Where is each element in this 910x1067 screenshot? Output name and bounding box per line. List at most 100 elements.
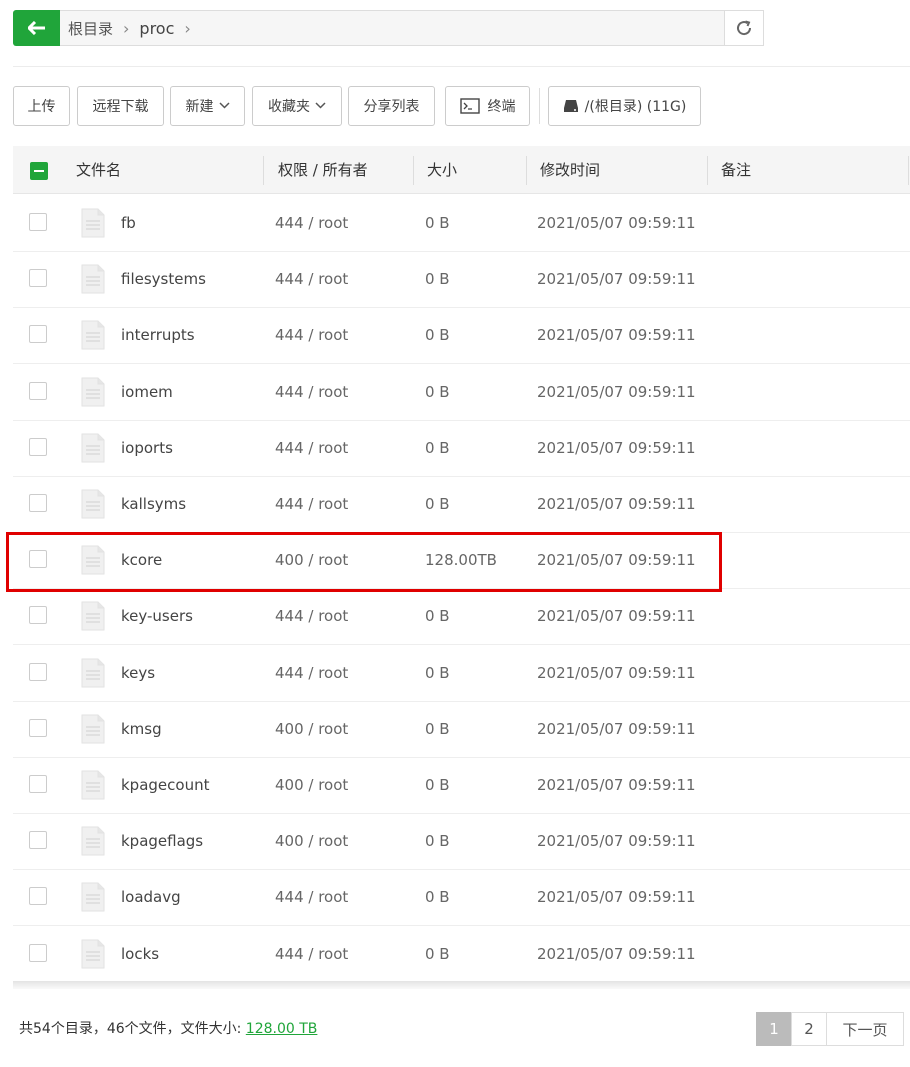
back-button[interactable]: [13, 10, 60, 46]
favorites-label: 收藏夹: [268, 99, 310, 115]
divider: [13, 66, 910, 67]
chevron-right-icon: ›: [123, 18, 130, 38]
file-permission[interactable]: 444 / root: [275, 307, 348, 363]
table-row[interactable]: loadavg 444 / root 0 B 2021/05/07 09:59:11: [13, 869, 910, 927]
summary-size[interactable]: 128.00 TB: [246, 1021, 318, 1037]
upload-button[interactable]: 上传: [13, 86, 70, 126]
row-checkbox[interactable]: [29, 831, 47, 850]
file-permission[interactable]: 444 / root: [275, 420, 348, 476]
page-2[interactable]: 2: [791, 1012, 827, 1046]
file-size: 0 B: [425, 944, 450, 963]
file-name[interactable]: interrupts: [121, 307, 195, 363]
row-checkbox[interactable]: [29, 494, 47, 512]
file-permission[interactable]: 444 / root: [275, 588, 348, 644]
select-all-checkbox[interactable]: [30, 162, 48, 180]
file-size: 0 B: [425, 719, 450, 738]
file-permission[interactable]: 444 / root: [275, 476, 348, 532]
refresh-button[interactable]: [724, 10, 764, 46]
file-permission[interactable]: 444 / root: [275, 364, 348, 420]
file-permission[interactable]: 400 / root: [275, 701, 348, 757]
table-row[interactable]: iomem 444 / root 0 B 2021/05/07 09:59:11: [13, 364, 910, 421]
file-name[interactable]: kmsg: [121, 701, 162, 757]
table-row[interactable]: kpageflags 400 / root 0 B 2021/05/07 09:59:…: [13, 813, 910, 871]
share-list-button[interactable]: 分享列表: [348, 86, 435, 126]
table-row[interactable]: filesystems 444 / root 0 B 2021/05/07 09:59…: [13, 251, 910, 309]
next-page-button[interactable]: 下一页: [826, 1012, 904, 1046]
file-size: 0 B: [425, 607, 450, 626]
row-checkbox[interactable]: [29, 437, 47, 456]
toolbar-divider: [539, 88, 540, 124]
breadcrumb-root[interactable]: 根目录: [68, 18, 113, 39]
file-size: 0 B: [425, 214, 450, 232]
table-row[interactable]: keys 444 / root 0 B 2021/05/07 09:59:11: [13, 645, 910, 702]
breadcrumb[interactable]: 根目录 › proc ›: [60, 10, 725, 46]
header-mtime[interactable]: 修改时间: [540, 146, 600, 193]
file-name[interactable]: ioports: [121, 420, 173, 476]
file-name[interactable]: filesystems: [121, 251, 206, 307]
chevron-down-icon: [315, 101, 326, 112]
row-checkbox[interactable]: [29, 381, 47, 400]
table-row[interactable]: ioports 444 / root 0 B 2021/05/07 09:59:11: [13, 420, 910, 477]
file-permission[interactable]: 400 / root: [275, 757, 348, 813]
file-icon: [81, 208, 105, 238]
favorites-dropdown-button[interactable]: 收藏夹: [252, 86, 342, 126]
file-name[interactable]: locks: [121, 926, 159, 982]
file-permission[interactable]: 400 / root: [275, 813, 348, 869]
table-row[interactable]: kallsyms 444 / root 0 B 2021/05/07 09:59:11: [13, 476, 910, 533]
file-name[interactable]: key-users: [121, 588, 193, 644]
header-name[interactable]: 文件名: [76, 146, 121, 193]
file-icon: [81, 601, 105, 631]
file-name[interactable]: kpageflags: [121, 813, 203, 869]
chevron-right-icon: ›: [184, 18, 191, 38]
table-row[interactable]: kpagecount 400 / root 0 B 2021/05/07 09:59:…: [13, 757, 910, 814]
refresh-icon: [737, 20, 752, 36]
file-permission[interactable]: 444 / root: [275, 251, 348, 307]
file-mtime: 2021/05/07 09:59:11: [537, 719, 696, 738]
row-checkbox[interactable]: [29, 718, 47, 737]
row-checkbox[interactable]: [29, 325, 47, 344]
table-row[interactable]: fb 444 / root 0 B 2021/05/07 09:59:11: [13, 195, 910, 252]
arrow-left-icon: [27, 21, 45, 35]
highlight-box: [6, 532, 722, 592]
header-size[interactable]: 大小: [427, 146, 457, 193]
row-checkbox[interactable]: [29, 662, 47, 681]
row-checkbox[interactable]: [29, 269, 47, 288]
file-size: 0 B: [425, 832, 450, 851]
file-name[interactable]: keys: [121, 645, 155, 701]
file-permission[interactable]: 444 / root: [275, 645, 348, 701]
new-dropdown-button[interactable]: 新建: [170, 86, 245, 126]
file-mtime: 2021/05/07 09:59:11: [537, 944, 696, 963]
file-permission[interactable]: 444 / root: [275, 869, 348, 925]
table-bottom: [13, 981, 910, 989]
summary: 共54个目录，46个文件，文件大小: 128.00 TB: [19, 1018, 317, 1038]
file-name[interactable]: iomem: [121, 364, 173, 420]
terminal-button[interactable]: 终端: [445, 86, 530, 126]
disk-button[interactable]: /(根目录) (11G): [548, 86, 701, 126]
file-icon: [81, 658, 105, 688]
file-mtime: 2021/05/07 09:59:11: [537, 495, 696, 513]
table-row[interactable]: key-users 444 / root 0 B 2021/05/07 09:59:1…: [13, 588, 910, 646]
file-icon: [81, 770, 105, 800]
remote-download-button[interactable]: 远程下载: [77, 86, 164, 126]
row-checkbox[interactable]: [29, 887, 47, 906]
file-name[interactable]: fb: [121, 195, 136, 251]
file-name[interactable]: kpagecount: [121, 757, 209, 813]
file-permission[interactable]: 444 / root: [275, 195, 348, 251]
file-name[interactable]: loadavg: [121, 869, 181, 925]
table-row[interactable]: locks 444 / root 0 B 2021/05/07 09:59:11: [13, 926, 910, 983]
table-row[interactable]: interrupts 444 / root 0 B 2021/05/07 09:59:…: [13, 307, 910, 365]
header-perm[interactable]: 权限 / 所有者: [278, 146, 368, 193]
page-1[interactable]: 1: [756, 1012, 792, 1046]
row-checkbox[interactable]: [29, 943, 47, 962]
file-mtime: 2021/05/07 09:59:11: [537, 326, 696, 345]
remote-download-label: 远程下载: [92, 99, 149, 115]
file-mtime: 2021/05/07 09:59:11: [537, 832, 696, 851]
file-icon: [81, 714, 105, 744]
file-name[interactable]: kallsyms: [121, 476, 186, 532]
row-checkbox[interactable]: [29, 775, 47, 793]
row-checkbox[interactable]: [29, 606, 47, 625]
file-permission[interactable]: 444 / root: [275, 926, 348, 982]
breadcrumb-proc[interactable]: proc: [139, 19, 174, 38]
table-row[interactable]: kmsg 400 / root 0 B 2021/05/07 09:59:11: [13, 701, 910, 758]
row-checkbox[interactable]: [29, 213, 47, 231]
